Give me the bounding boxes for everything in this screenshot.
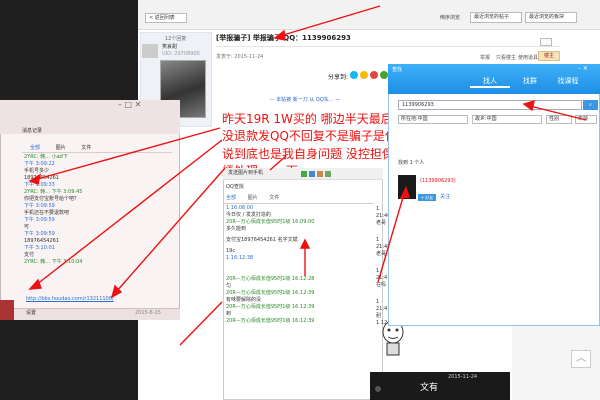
arrow-to-link (115, 167, 226, 293)
arrow-to-phone-number (33, 127, 221, 181)
arrow-mobile (179, 301, 223, 346)
arrowhead (299, 238, 311, 249)
arrowhead (399, 186, 410, 199)
arrowhead (273, 29, 286, 41)
arrow-to-pay-message (35, 139, 223, 286)
arrow-to-search (529, 105, 587, 121)
arrow-to-avatar (377, 193, 405, 283)
arrowhead (28, 278, 42, 290)
arrowhead (522, 99, 535, 112)
arrow-to-title (279, 5, 381, 37)
arrow-short (269, 155, 287, 171)
annotation-arrows (28, 5, 587, 346)
arrowhead (28, 173, 42, 185)
